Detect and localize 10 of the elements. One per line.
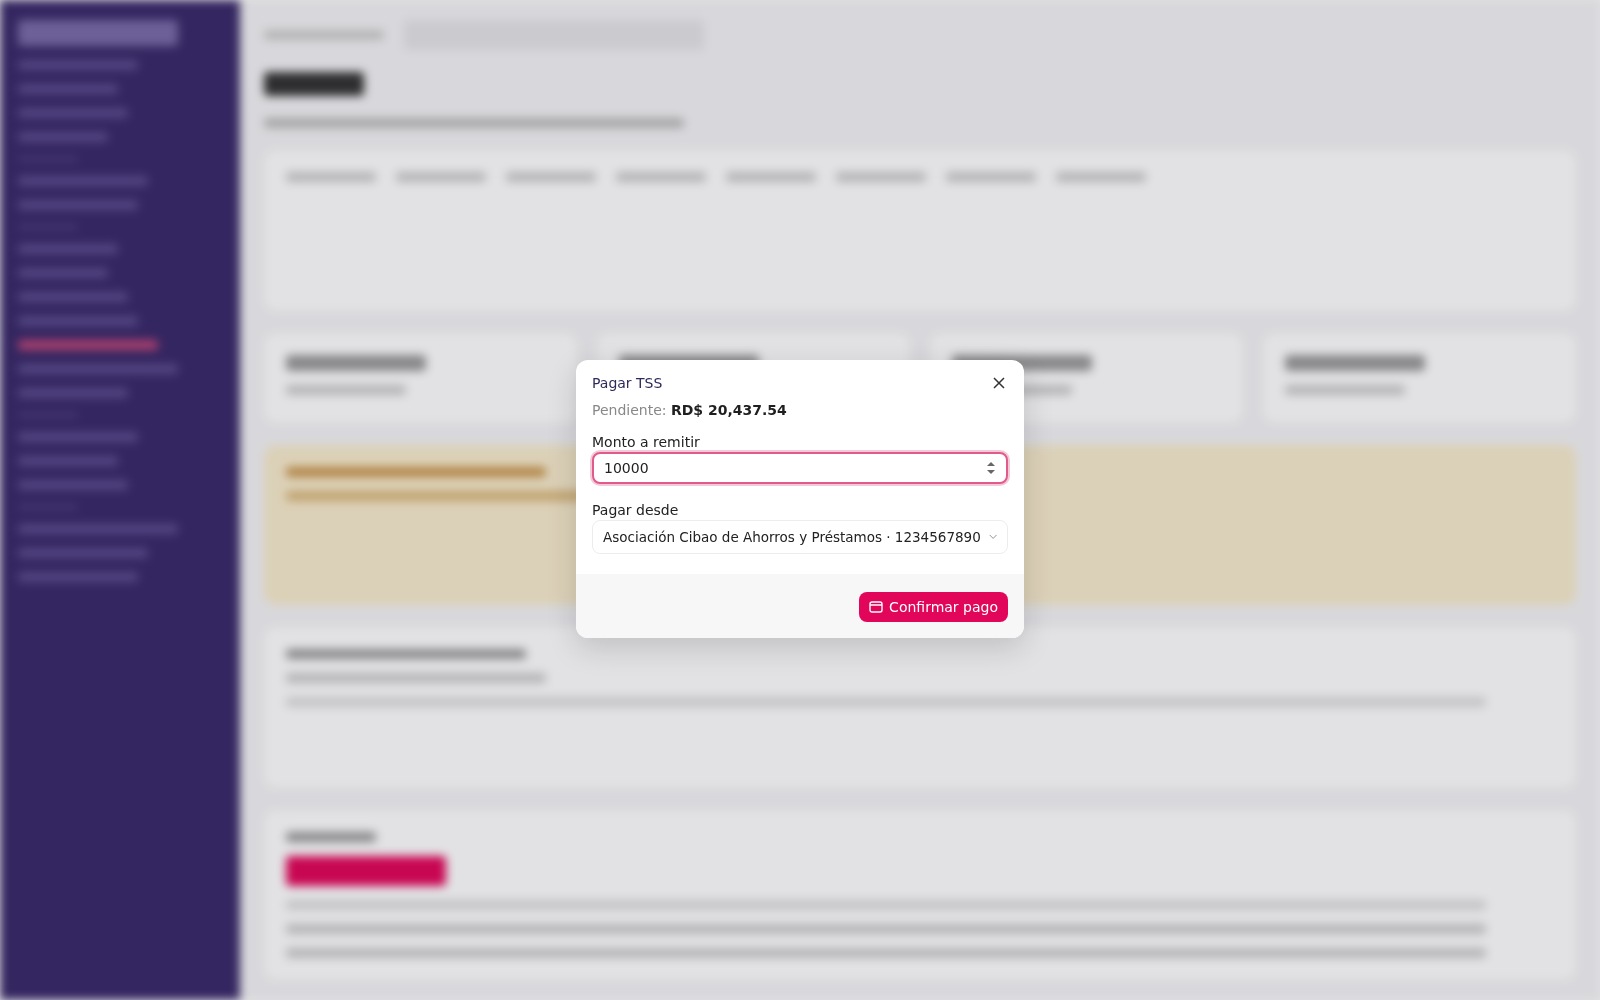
wallet-icon — [869, 601, 884, 613]
amount-field[interactable]: 10000 — [592, 452, 1008, 484]
confirm-payment-button[interactable]: Confirmar pago — [859, 592, 1008, 622]
stepper-icon[interactable] — [986, 461, 996, 475]
chevron-down-icon — [988, 533, 997, 541]
field-label: Pagar desde — [592, 502, 680, 518]
account-select[interactable]: Asociación Cibao de Ahorros y Préstamos · 1234567890 — [592, 520, 1008, 554]
pending-amount: Pendiente: RD$ 20,437.54 — [592, 402, 788, 418]
field-label: Monto a remitir — [592, 434, 701, 450]
dialog-title: Pagar TSS — [592, 375, 663, 391]
